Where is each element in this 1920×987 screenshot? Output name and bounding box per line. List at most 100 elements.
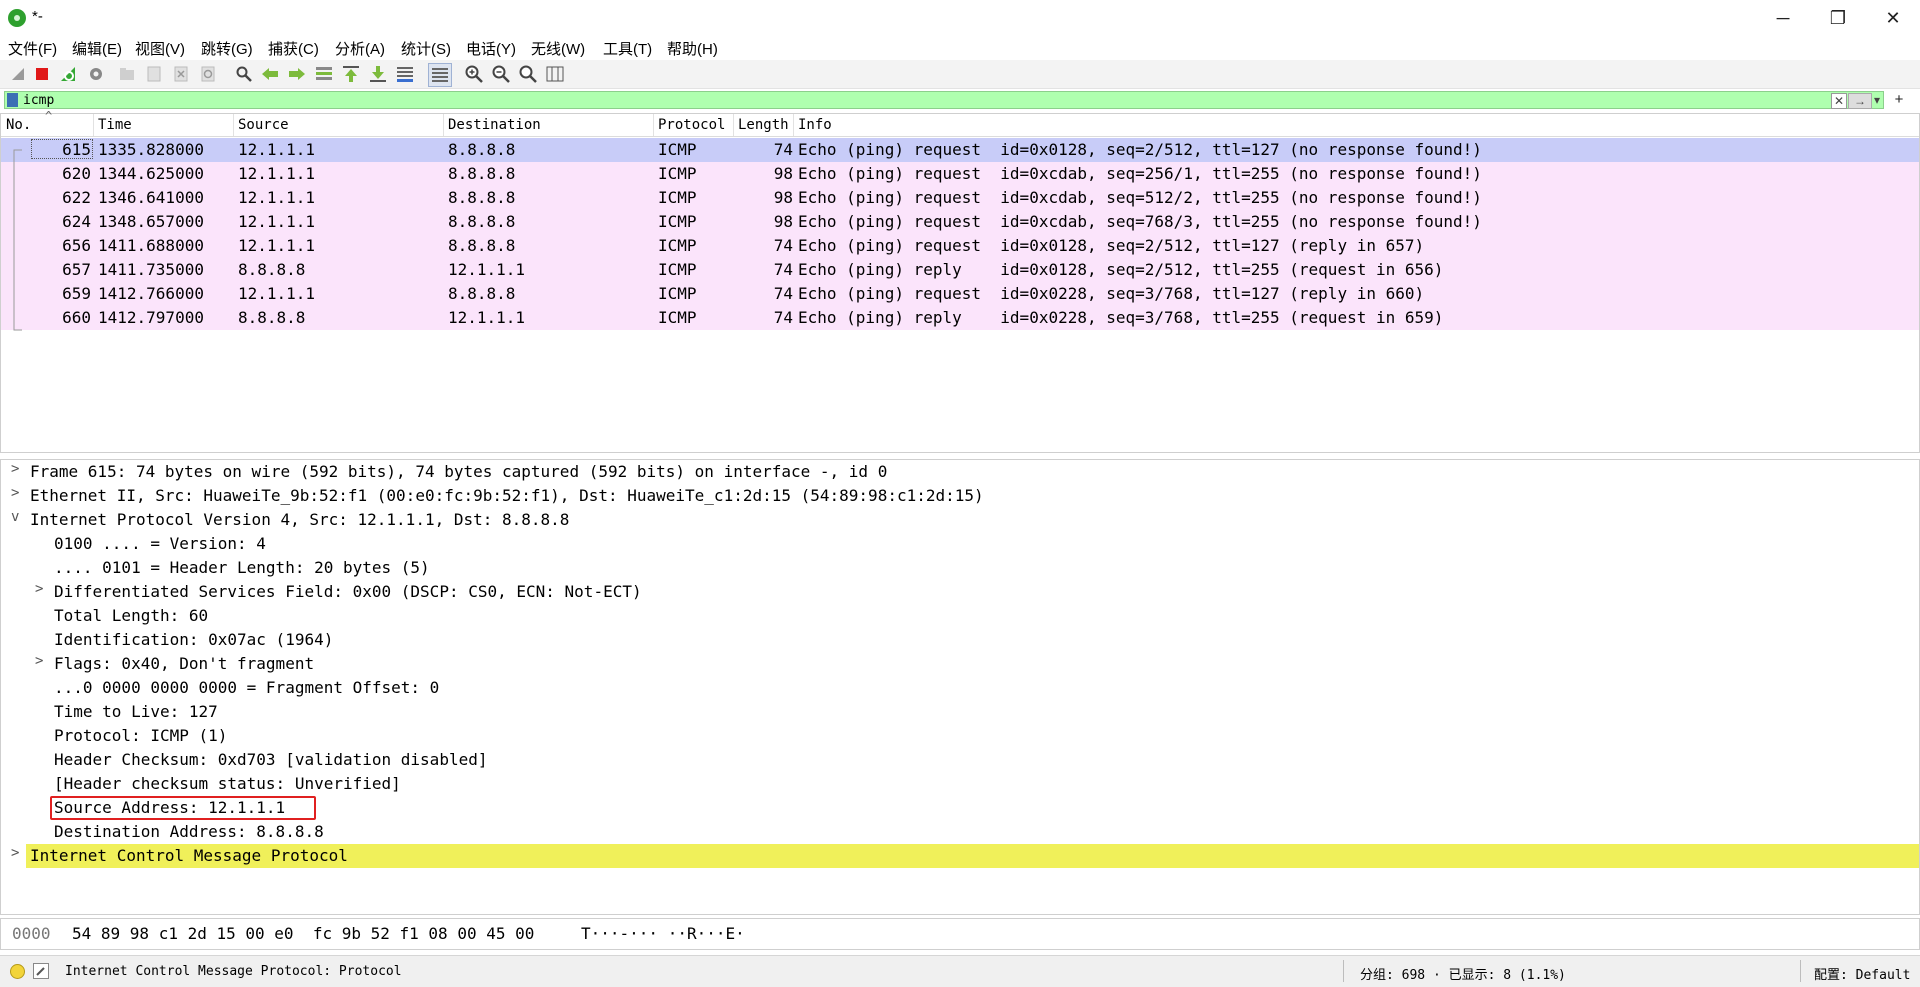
column-header-source[interactable]: Source bbox=[238, 117, 289, 133]
menu-file[interactable]: 文件(F) bbox=[8, 38, 57, 59]
go-to-packet-icon[interactable] bbox=[314, 64, 334, 84]
menu-statistics[interactable]: 统计(S) bbox=[401, 38, 451, 59]
reload-file-icon[interactable] bbox=[198, 64, 218, 84]
menu-capture[interactable]: 捕获(C) bbox=[268, 38, 319, 59]
related-packets-bracket bbox=[13, 149, 22, 331]
autoscroll-icon[interactable] bbox=[395, 64, 415, 84]
detail-row[interactable]: Protocol: ICMP (1) bbox=[1, 724, 1919, 748]
resize-columns-icon[interactable] bbox=[545, 64, 565, 84]
colorize-icon[interactable] bbox=[428, 63, 452, 87]
filter-bookmark-icon[interactable] bbox=[7, 93, 18, 107]
close-button[interactable]: ✕ bbox=[1866, 0, 1920, 36]
restart-capture-icon[interactable] bbox=[58, 64, 78, 84]
menu-go[interactable]: 跳转(G) bbox=[201, 38, 253, 59]
packet-cell-time: 1412.797000 bbox=[98, 308, 204, 327]
column-header-length[interactable]: Length bbox=[738, 117, 789, 133]
expert-info-icon[interactable] bbox=[10, 964, 25, 979]
detail-text: Internet Control Message Protocol bbox=[30, 846, 348, 865]
go-first-icon[interactable] bbox=[341, 64, 361, 84]
chevron-down-icon[interactable]: v bbox=[11, 509, 19, 525]
packet-cell-dst: 8.8.8.8 bbox=[448, 284, 516, 303]
clear-filter-button[interactable]: ✕ bbox=[1831, 93, 1847, 109]
chevron-right-icon[interactable]: > bbox=[11, 485, 19, 501]
detail-row[interactable]: Time to Live: 127 bbox=[1, 700, 1919, 724]
detail-row[interactable]: Destination Address: 8.8.8.8 bbox=[1, 820, 1919, 844]
menu-help[interactable]: 帮助(H) bbox=[667, 38, 718, 59]
chevron-right-icon[interactable]: > bbox=[11, 461, 19, 477]
packet-list-header: No. ^ Time Source Destination Protocol L… bbox=[1, 109, 1919, 137]
detail-row[interactable]: ...0 0000 0000 0000 = Fragment Offset: 0 bbox=[1, 676, 1919, 700]
zoom-normal-icon[interactable] bbox=[518, 64, 538, 84]
detail-row[interactable]: Total Length: 60 bbox=[1, 604, 1919, 628]
minimize-button[interactable]: ─ bbox=[1756, 0, 1810, 36]
go-last-icon[interactable] bbox=[368, 64, 388, 84]
detail-row[interactable]: Source Address: 12.1.1.1 bbox=[1, 796, 1919, 820]
detail-row[interactable]: > Differentiated Services Field: 0x00 (DS… bbox=[1, 580, 1919, 604]
menu-telephony[interactable]: 电话(Y) bbox=[466, 38, 516, 59]
detail-row[interactable]: [Header checksum status: Unverified] bbox=[1, 772, 1919, 796]
packet-row[interactable]: 624 1348.657000 12.1.1.1 8.8.8.8 ICMP 98 Echo … bbox=[1, 210, 1919, 234]
column-header-destination[interactable]: Destination bbox=[448, 117, 541, 133]
capture-options-icon[interactable] bbox=[86, 64, 106, 84]
zoom-in-icon[interactable] bbox=[464, 64, 484, 84]
capture-comment-icon[interactable] bbox=[33, 963, 49, 979]
menu-analyze[interactable]: 分析(A) bbox=[335, 38, 385, 59]
column-header-no[interactable]: No. bbox=[6, 117, 31, 133]
detail-text: Internet Protocol Version 4, Src: 12.1.1… bbox=[30, 510, 570, 529]
find-packet-icon[interactable] bbox=[234, 64, 254, 84]
go-forward-icon[interactable] bbox=[287, 64, 307, 84]
go-back-icon[interactable] bbox=[260, 64, 280, 84]
packet-row[interactable]: 659 1412.766000 12.1.1.1 8.8.8.8 ICMP 74 Echo … bbox=[1, 282, 1919, 306]
apply-filter-button[interactable]: → bbox=[1848, 93, 1872, 109]
detail-row[interactable]: 0100 .... = Version: 4 bbox=[1, 532, 1919, 556]
chevron-right-icon[interactable]: > bbox=[11, 845, 19, 861]
restore-button[interactable]: ❐ bbox=[1811, 0, 1865, 36]
packet-cell-src: 12.1.1.1 bbox=[238, 284, 316, 303]
packet-cell-no: 656 bbox=[62, 236, 91, 255]
detail-row[interactable]: > Flags: 0x40, Don't fragment bbox=[1, 652, 1919, 676]
detail-row[interactable]: Header Checksum: 0xd703 [validation disa… bbox=[1, 748, 1919, 772]
menu-view[interactable]: 视图(V) bbox=[135, 38, 185, 59]
menu-tools[interactable]: 工具(T) bbox=[603, 38, 652, 59]
menu-wireless[interactable]: 无线(W) bbox=[531, 38, 585, 59]
detail-text: Flags: 0x40, Don't fragment bbox=[54, 654, 315, 673]
column-header-info[interactable]: Info bbox=[798, 117, 832, 133]
packet-cell-src: 12.1.1.1 bbox=[238, 236, 316, 255]
open-file-icon[interactable] bbox=[117, 64, 137, 84]
packet-row[interactable]: 615 1335.828000 12.1.1.1 8.8.8.8 ICMP 74 Echo … bbox=[1, 138, 1919, 162]
packet-row[interactable]: 660 1412.797000 8.8.8.8 12.1.1.1 ICMP 74 Echo … bbox=[1, 306, 1919, 330]
chevron-right-icon[interactable]: > bbox=[35, 581, 43, 597]
packet-cell-len: 74 bbox=[773, 260, 793, 279]
packet-cell-len: 74 bbox=[773, 236, 793, 255]
detail-row[interactable]: > Frame 615: 74 bytes on wire (592 bits),… bbox=[1, 460, 1919, 484]
shark-start-icon[interactable] bbox=[8, 64, 28, 84]
packet-row[interactable]: 657 1411.735000 8.8.8.8 12.1.1.1 ICMP 74 Echo … bbox=[1, 258, 1919, 282]
status-profile[interactable]: 配置: Default bbox=[1814, 964, 1910, 983]
add-filter-button[interactable]: + bbox=[1892, 91, 1906, 108]
detail-row[interactable]: > Ethernet II, Src: HuaweiTe_9b:52:f1 (00… bbox=[1, 484, 1919, 508]
packet-cell-len: 74 bbox=[773, 140, 793, 159]
stop-capture-icon[interactable] bbox=[32, 64, 52, 84]
chevron-right-icon[interactable]: > bbox=[35, 653, 43, 669]
packet-row[interactable]: 620 1344.625000 12.1.1.1 8.8.8.8 ICMP 98 Echo … bbox=[1, 162, 1919, 186]
detail-row[interactable]: .... 0101 = Header Length: 20 bytes (5) bbox=[1, 556, 1919, 580]
wireshark-app-icon bbox=[8, 9, 26, 27]
menu-bar: 文件(F) 编辑(E) 视图(V) 跳转(G) 捕获(C) 分析(A) 统计(S… bbox=[0, 36, 1920, 60]
column-header-time[interactable]: Time bbox=[98, 117, 132, 133]
save-file-icon[interactable] bbox=[144, 64, 164, 84]
column-header-protocol[interactable]: Protocol bbox=[658, 117, 725, 133]
detail-row[interactable]: > Internet Control Message Protocol bbox=[1, 844, 1919, 868]
zoom-out-icon[interactable] bbox=[491, 64, 511, 84]
filter-dropdown-button[interactable]: ▾ bbox=[1871, 93, 1883, 107]
packet-row[interactable]: 656 1411.688000 12.1.1.1 8.8.8.8 ICMP 74 Echo … bbox=[1, 234, 1919, 258]
bytes-hex[interactable]: 54 89 98 c1 2d 15 00 e0 fc 9b 52 f1 08 0… bbox=[72, 924, 534, 943]
detail-row[interactable]: v Internet Protocol Version 4, Src: 12.1.… bbox=[1, 508, 1919, 532]
display-filter-input[interactable] bbox=[23, 92, 1523, 108]
detail-row[interactable]: Identification: 0x07ac (1964) bbox=[1, 628, 1919, 652]
close-file-icon[interactable] bbox=[171, 64, 191, 84]
packet-row[interactable]: 622 1346.641000 12.1.1.1 8.8.8.8 ICMP 98 Echo … bbox=[1, 186, 1919, 210]
packet-cell-proto: ICMP bbox=[658, 260, 697, 279]
bytes-ascii[interactable]: T···-··· ··R···E· bbox=[581, 924, 745, 943]
packet-cell-len: 74 bbox=[773, 308, 793, 327]
menu-edit[interactable]: 编辑(E) bbox=[72, 38, 122, 59]
